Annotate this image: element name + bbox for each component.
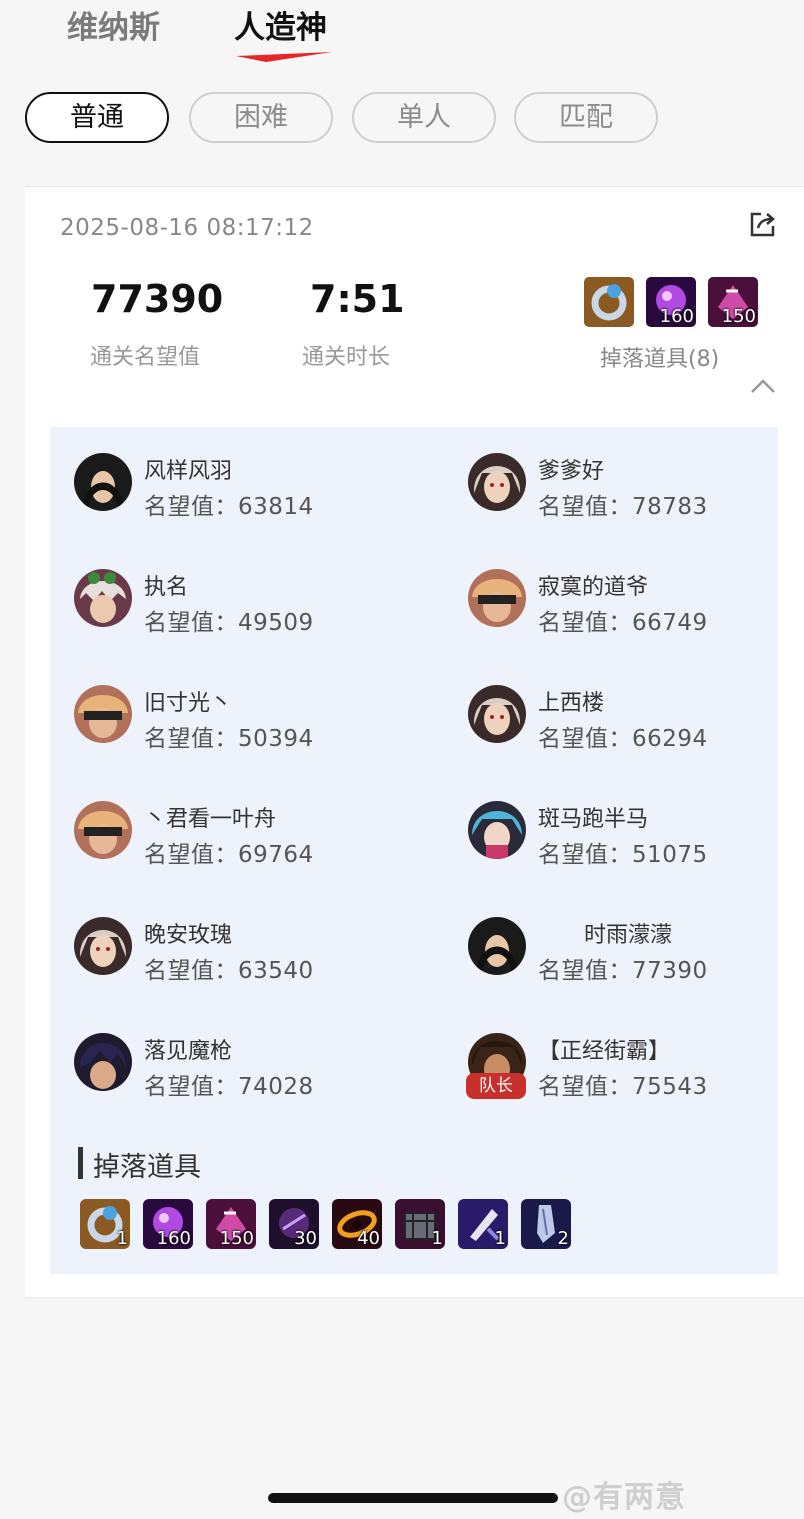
drops-section-title: 掉落道具 bbox=[93, 1152, 201, 1183]
item-count: 150 bbox=[219, 1228, 254, 1249]
white-hair-goggles-avatar bbox=[74, 569, 132, 627]
player-name: 上西楼 bbox=[538, 691, 605, 716]
player-name: 寂寞的道爷 bbox=[538, 575, 649, 600]
top-tabs: 维纳斯 人造神 bbox=[0, 0, 804, 80]
ring-icon[interactable]: 1 bbox=[80, 1199, 130, 1249]
record-card: 2025-08-16 08:17:12 77390 通关名望值 7:51 通关时… bbox=[25, 186, 804, 1298]
player-card[interactable]: 旧寸光丶 名望值：50394 bbox=[74, 685, 414, 765]
player-name: 落见魔枪 bbox=[144, 1039, 233, 1064]
player-card[interactable]: 寂寞的道爷 名望值：66749 bbox=[468, 569, 804, 649]
player-card[interactable]: 斑马跑半马 名望值：51075 bbox=[468, 801, 804, 881]
purple-orb-icon[interactable]: 160 bbox=[143, 1199, 193, 1249]
player-card[interactable]: 晚安玫瑰 名望值：63540 bbox=[74, 917, 414, 997]
player-score: 名望值：63814 bbox=[144, 494, 314, 520]
purple-crystal-icon[interactable]: 150 bbox=[206, 1199, 256, 1249]
player-card[interactable]: 时雨濛濛 名望值：77390 bbox=[468, 917, 804, 997]
fame-value: 77390 bbox=[91, 277, 224, 321]
player-score: 名望值：51075 bbox=[538, 842, 708, 868]
dark-hair-male-avatar bbox=[74, 1033, 132, 1091]
player-name: 斑马跑半马 bbox=[538, 807, 649, 832]
player-score: 名望值：49509 bbox=[144, 610, 314, 636]
player-card[interactable]: 上西楼 名望值：66294 bbox=[468, 685, 804, 765]
player-card[interactable]: 队长 【正经街霸】 名望值：75543 bbox=[466, 1033, 804, 1113]
purple-crystal-icon[interactable]: 150 bbox=[708, 277, 758, 327]
player-score: 名望值：75543 bbox=[538, 1074, 708, 1100]
player-name: 爹爹好 bbox=[538, 459, 605, 484]
difficulty-filters: 普通 困难 单人 匹配 bbox=[0, 92, 804, 148]
item-count: 160 bbox=[156, 1228, 191, 1249]
player-score: 名望值：50394 bbox=[144, 726, 314, 752]
item-count: 30 bbox=[294, 1228, 317, 1249]
fame-label: 通关名望值 bbox=[90, 345, 201, 370]
filter-normal-button[interactable]: 普通 bbox=[25, 92, 169, 143]
blindfold-male-avatar bbox=[74, 685, 132, 743]
white-hair-female-avatar bbox=[74, 917, 132, 975]
flame-vortex-icon[interactable]: 40 bbox=[332, 1199, 382, 1249]
chevron-up-icon[interactable] bbox=[749, 377, 777, 395]
dark-hair-female-avatar bbox=[468, 917, 526, 975]
filter-solo-button[interactable]: 单人 bbox=[352, 92, 496, 143]
tab-artificial-god[interactable]: 人造神 bbox=[234, 2, 327, 47]
player-score: 名望值：69764 bbox=[144, 842, 314, 868]
item-count: 2 bbox=[557, 1228, 569, 1249]
share-icon[interactable] bbox=[748, 209, 778, 239]
blue-hair-female-avatar bbox=[468, 801, 526, 859]
duration-label: 通关时长 bbox=[302, 345, 391, 370]
player-card[interactable]: 爹爹好 名望值：78783 bbox=[468, 453, 804, 533]
player-score: 名望值：63540 bbox=[144, 958, 314, 984]
dark-orb-icon[interactable]: 30 bbox=[269, 1199, 319, 1249]
captain-badge: 队长 bbox=[466, 1073, 526, 1099]
blindfold-male-avatar bbox=[74, 801, 132, 859]
dark-hair-female-avatar bbox=[74, 453, 132, 511]
player-card[interactable]: 丶君看一叶舟 名望值：69764 bbox=[74, 801, 414, 881]
spike-shard-icon[interactable]: 2 bbox=[521, 1199, 571, 1249]
player-name: 执名 bbox=[144, 575, 189, 600]
player-name: 旧寸光丶 bbox=[144, 691, 233, 716]
blindfold-male-avatar bbox=[468, 569, 526, 627]
watermark: @有两意 bbox=[562, 1480, 686, 1515]
white-hair-female-avatar bbox=[468, 453, 526, 511]
player-card[interactable]: 落见魔枪 名望值：74028 bbox=[74, 1033, 414, 1113]
player-score: 名望值：78783 bbox=[538, 494, 708, 520]
player-score: 名望值：66749 bbox=[538, 610, 708, 636]
home-indicator[interactable] bbox=[268, 1493, 558, 1503]
item-count: 1 bbox=[494, 1228, 506, 1249]
record-timestamp: 2025-08-16 08:17:12 bbox=[60, 215, 314, 241]
drops-count-label: 掉落道具(8) bbox=[600, 347, 720, 372]
tab-venus[interactable]: 维纳斯 bbox=[67, 2, 160, 47]
player-name: 晚安玫瑰 bbox=[144, 923, 233, 948]
player-card[interactable]: 风样风羽 名望值：63814 bbox=[74, 453, 414, 533]
player-card[interactable]: 执名 名望值：49509 bbox=[74, 569, 414, 649]
treasure-box-icon[interactable]: 1 bbox=[395, 1199, 445, 1249]
team-panel: 风样风羽 名望值：63814 执名 名望值：49509 旧寸光丶 名望值：503… bbox=[50, 427, 778, 1274]
player-name: 【正经街霸】 bbox=[538, 1039, 671, 1064]
player-score: 名望值：66294 bbox=[538, 726, 708, 752]
active-tab-underline bbox=[236, 52, 332, 62]
scroll-icon[interactable]: 1 bbox=[458, 1199, 508, 1249]
player-name: 丶君看一叶舟 bbox=[144, 807, 277, 832]
item-count: 160 bbox=[659, 306, 694, 327]
ring-icon[interactable] bbox=[584, 277, 634, 327]
player-score: 名望值：77390 bbox=[538, 958, 708, 984]
item-count: 1 bbox=[431, 1228, 443, 1249]
section-marker bbox=[78, 1147, 83, 1179]
item-count: 1 bbox=[116, 1228, 128, 1249]
purple-orb-icon[interactable]: 160 bbox=[646, 277, 696, 327]
filter-hard-button[interactable]: 困难 bbox=[189, 92, 333, 143]
player-name: 风样风羽 bbox=[144, 459, 233, 484]
item-count: 40 bbox=[357, 1228, 380, 1249]
filter-match-button[interactable]: 匹配 bbox=[514, 92, 658, 143]
player-score: 名望值：74028 bbox=[144, 1074, 314, 1100]
duration-value: 7:51 bbox=[310, 277, 405, 321]
player-name: 时雨濛濛 bbox=[584, 923, 673, 948]
item-count: 150 bbox=[721, 306, 756, 327]
white-hair-female-avatar bbox=[468, 685, 526, 743]
